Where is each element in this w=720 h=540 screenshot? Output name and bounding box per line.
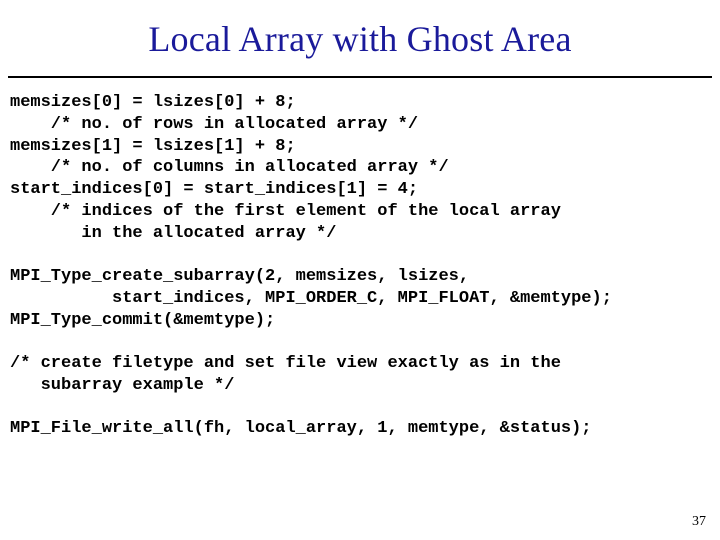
slide: Local Array with Ghost Area memsizes[0] … [0,0,720,540]
page-number: 37 [692,514,706,530]
slide-title: Local Array with Ghost Area [0,0,720,60]
code-block: memsizes[0] = lsizes[0] + 8; /* no. of r… [0,78,720,440]
